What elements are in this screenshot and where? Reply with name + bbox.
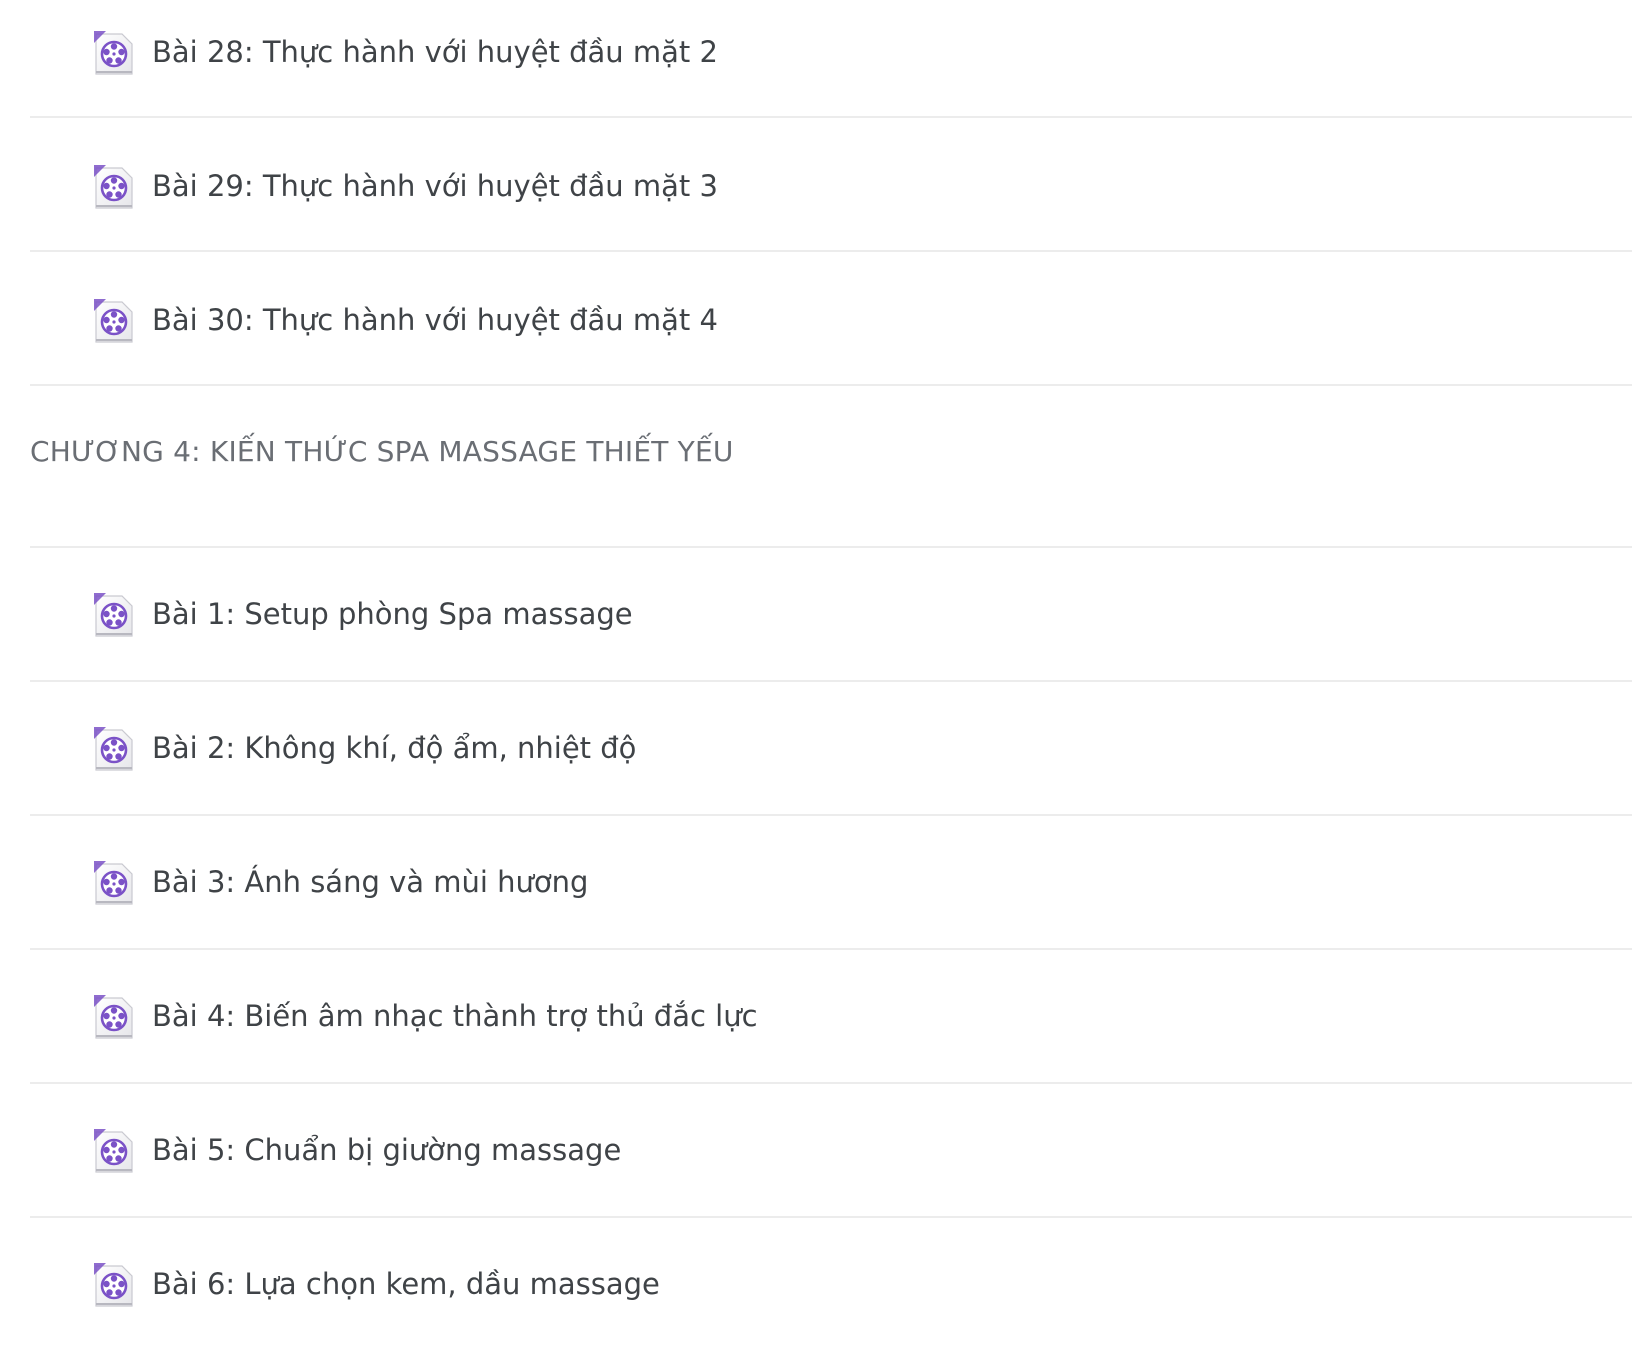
lesson-item[interactable]: Bài 2: Không khí, độ ẩm, nhiệt độ (30, 718, 1632, 778)
divider (30, 948, 1632, 950)
video-file-icon (92, 992, 136, 1040)
video-file-icon (92, 28, 136, 76)
course-curriculum: Bài 28: Thực hành với huyệt đầu mặt 2 Bà… (0, 0, 1632, 1350)
divider (30, 384, 1632, 386)
lesson-title: Bài 29: Thực hành với huyệt đầu mặt 3 (152, 169, 718, 203)
divider (30, 250, 1632, 252)
lesson-title: Bài 6: Lựa chọn kem, dầu massage (152, 1267, 660, 1301)
lesson-item[interactable]: Bài 30: Thực hành với huyệt đầu mặt 4 (30, 290, 1632, 350)
lesson-item[interactable]: Bài 29: Thực hành với huyệt đầu mặt 3 (30, 156, 1632, 216)
video-file-icon (92, 858, 136, 906)
video-file-icon (92, 590, 136, 638)
lesson-item[interactable]: Bài 4: Biến âm nhạc thành trợ thủ đắc lự… (30, 986, 1632, 1046)
lesson-item[interactable]: Bài 1: Setup phòng Spa massage (30, 584, 1632, 644)
divider (30, 546, 1632, 548)
video-file-icon (92, 724, 136, 772)
lesson-item[interactable]: Bài 28: Thực hành với huyệt đầu mặt 2 (30, 22, 1632, 82)
divider (30, 814, 1632, 816)
lesson-title: Bài 2: Không khí, độ ẩm, nhiệt độ (152, 731, 637, 765)
divider (30, 116, 1632, 118)
lesson-item[interactable]: Bài 5: Chuẩn bị giường massage (30, 1120, 1632, 1180)
video-file-icon (92, 1126, 136, 1174)
lesson-title: Bài 5: Chuẩn bị giường massage (152, 1133, 622, 1167)
lesson-item[interactable]: Bài 6: Lựa chọn kem, dầu massage (30, 1254, 1632, 1314)
lesson-item[interactable]: Bài 3: Ánh sáng và mùi hương (30, 852, 1632, 912)
lesson-title: Bài 28: Thực hành với huyệt đầu mặt 2 (152, 35, 718, 69)
video-file-icon (92, 162, 136, 210)
video-file-icon (92, 296, 136, 344)
lesson-title: Bài 30: Thực hành với huyệt đầu mặt 4 (152, 303, 718, 337)
divider (30, 1216, 1632, 1218)
lesson-title: Bài 4: Biến âm nhạc thành trợ thủ đắc lự… (152, 999, 758, 1033)
divider (30, 1082, 1632, 1084)
chapter-title[interactable]: CHƯƠNG 4: KIẾN THỨC SPA MASSAGE THIẾT YẾ… (30, 430, 734, 474)
lesson-title: Bài 1: Setup phòng Spa massage (152, 597, 633, 631)
divider (30, 680, 1632, 682)
lesson-title: Bài 3: Ánh sáng và mùi hương (152, 865, 589, 899)
video-file-icon (92, 1260, 136, 1308)
